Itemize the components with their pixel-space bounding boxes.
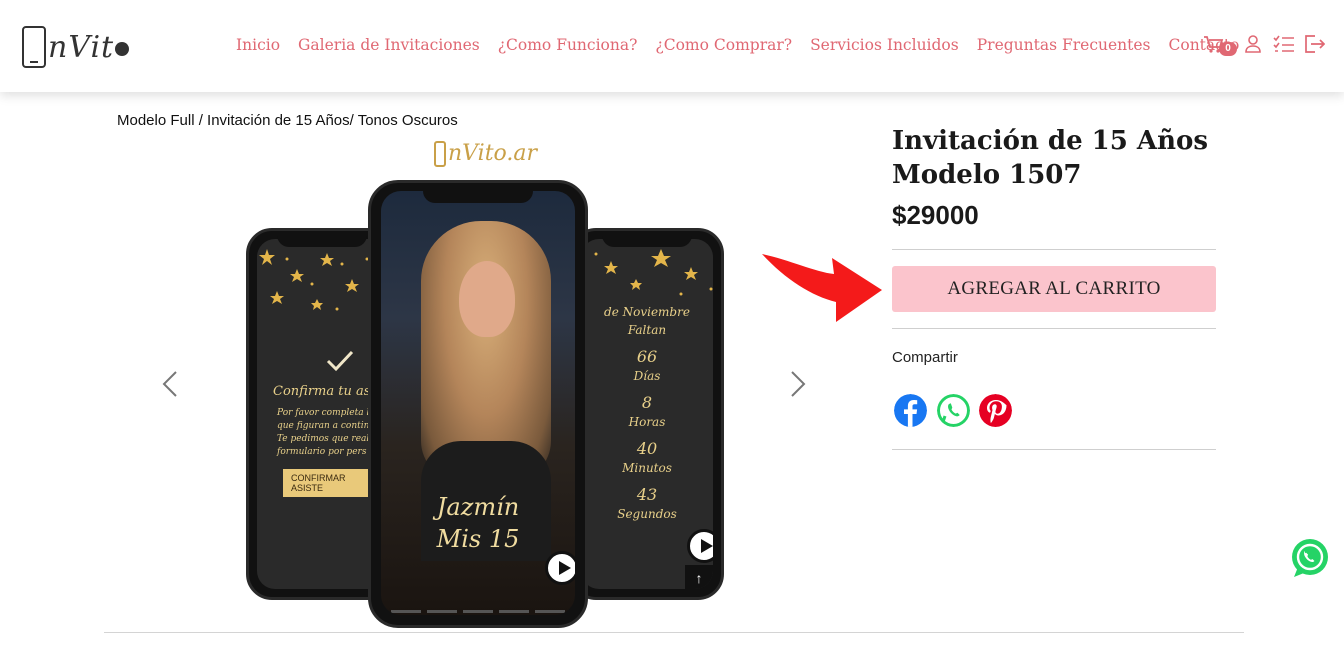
phone-right: de Noviembre Faltan 66 Días 8 Horas 40 M… xyxy=(570,228,724,600)
logo-dot-icon xyxy=(115,42,130,56)
play-icon xyxy=(687,529,713,563)
watermark-text: nVito.ar xyxy=(448,141,538,166)
countdown-hours-unit: Horas xyxy=(628,415,666,429)
main-nav: Inicio Galeria de Invitaciones ¿Como Fun… xyxy=(236,36,1257,54)
divider xyxy=(892,249,1216,250)
countdown-label: Faltan xyxy=(627,323,667,337)
product-price: $29000 xyxy=(892,200,979,230)
countdown-minutes-value: 40 xyxy=(636,439,658,458)
site-header: nVit Inicio Galeria de Invitaciones ¿Com… xyxy=(0,0,1344,92)
red-arrow-icon xyxy=(762,254,882,322)
divider xyxy=(892,449,1216,450)
phone-notch xyxy=(423,183,533,203)
watermark-logo: nVito.ar xyxy=(434,138,537,167)
phone-center-screen: Jazmín Mis 15 xyxy=(381,191,575,615)
whatsapp-float-icon[interactable] xyxy=(1288,537,1332,581)
countdown-days-unit: Días xyxy=(633,369,661,383)
portrait-face xyxy=(459,261,515,337)
countdown-minutes-unit: Minutos xyxy=(622,461,672,475)
celebrant-name: Jazmín xyxy=(436,493,520,521)
rsvp-line: formulario por pers xyxy=(277,447,367,457)
rsvp-line: Por favor completa lo xyxy=(277,408,375,418)
next-arrow-icon[interactable] xyxy=(788,370,808,398)
whatsapp-share-icon[interactable] xyxy=(937,394,970,427)
rsvp-line: Te pedimos que reali xyxy=(277,434,373,444)
rsvp-title: Confirma tu asis xyxy=(273,384,382,399)
phone-notch xyxy=(277,231,367,247)
pinterest-share-icon[interactable] xyxy=(979,394,1012,427)
logout-icon[interactable] xyxy=(1303,34,1326,56)
celebrant-subtitle: Mis 15 xyxy=(436,525,520,553)
phone-right-screen: de Noviembre Faltan 66 Días 8 Horas 40 M… xyxy=(581,239,713,589)
user-icon[interactable] xyxy=(1243,34,1265,56)
logo-phone-icon xyxy=(22,26,46,68)
rsvp-text: Por favor completa lo que figuran a cont… xyxy=(277,407,375,459)
divider xyxy=(892,328,1216,329)
add-to-cart-button[interactable]: AGREGAR AL CARRITO xyxy=(892,266,1216,312)
nav-como-funciona[interactable]: ¿Como Funciona? xyxy=(498,36,638,54)
facebook-share-icon[interactable] xyxy=(894,394,927,427)
share-label: Compartir xyxy=(892,349,958,366)
nav-galeria[interactable]: Galeria de Invitaciones xyxy=(298,36,480,54)
nav-como-comprar[interactable]: ¿Como Comprar? xyxy=(655,36,792,54)
countdown-days-value: 66 xyxy=(636,347,658,366)
phone-notch xyxy=(602,231,692,247)
logo-text: nVit xyxy=(48,29,115,65)
nav-servicios[interactable]: Servicios Incluidos xyxy=(810,36,959,54)
rsvp-line: que figuran a contin xyxy=(277,421,370,431)
product-gallery: nVito.ar Confirma tu asis Por favor comp… xyxy=(150,134,820,634)
prev-arrow-icon[interactable] xyxy=(160,370,180,398)
check-icon xyxy=(326,350,354,372)
site-logo[interactable]: nVit xyxy=(22,26,130,68)
breadcrumb: Modelo Full / Invitación de 15 Años/ Ton… xyxy=(117,112,458,129)
countdown-hours-value: 8 xyxy=(641,393,653,412)
scroll-top-icon: ↑ xyxy=(685,565,713,589)
nav-inicio[interactable]: Inicio xyxy=(236,36,280,54)
play-icon xyxy=(545,551,575,585)
header-icons: 0 xyxy=(1203,34,1333,56)
cart-count-badge: 0 xyxy=(1219,42,1237,56)
countdown-seconds-value: 43 xyxy=(636,485,658,504)
list-icon[interactable] xyxy=(1273,34,1295,56)
countdown-month: de Noviembre xyxy=(604,305,690,319)
product-title: Invitación de 15 Años Modelo 1507 xyxy=(892,126,1208,190)
countdown-seconds-unit: Segundos xyxy=(617,507,677,521)
progress-dots xyxy=(391,610,565,613)
nav-preguntas[interactable]: Preguntas Frecuentes xyxy=(977,36,1151,54)
phone-center: Jazmín Mis 15 xyxy=(368,180,588,628)
section-divider xyxy=(104,632,1244,633)
cart-icon[interactable]: 0 xyxy=(1203,34,1237,56)
